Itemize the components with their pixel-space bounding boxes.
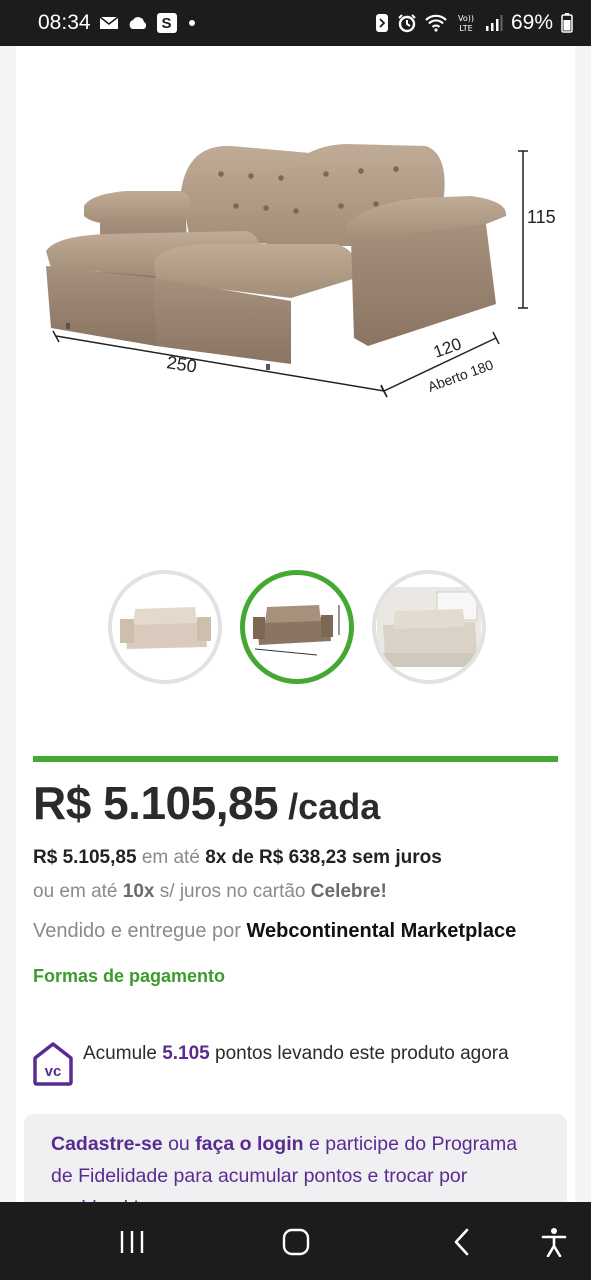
s-app-icon: S — [156, 13, 177, 33]
navigation-bar — [0, 1202, 591, 1280]
battery-percent: 69% — [510, 11, 553, 34]
loyalty-suffix: pontos levando este produto agora — [215, 1043, 509, 1064]
card-name: Celebre! — [310, 881, 387, 902]
product-image[interactable]: 115 250 120 Aberto 180 — [16, 46, 575, 516]
mail-icon — [99, 15, 119, 31]
payment-methods-link[interactable]: Formas de pagamento — [33, 966, 225, 987]
installments-text: R$ 5.105,85 em até 8x de R$ 638,23 sem j… — [33, 847, 442, 869]
svg-text:LTE: LTE — [459, 24, 472, 33]
thumbnail-dimensions[interactable] — [240, 570, 354, 684]
volte-icon: Vo)) LTE — [455, 13, 477, 33]
thumbnail-gallery — [108, 570, 486, 684]
home-icon[interactable] — [276, 1226, 316, 1258]
register-link[interactable]: Cadastre-se — [51, 1133, 163, 1155]
battery-icon — [561, 13, 573, 33]
signal-icon — [485, 14, 503, 32]
price-divider — [33, 756, 558, 762]
accessibility-icon[interactable] — [534, 1226, 574, 1258]
sofa-thumb-1 — [120, 607, 211, 649]
recent-apps-icon[interactable] — [112, 1226, 152, 1258]
loyalty-points: vc Acumule 5.105 pontos levando este pro… — [33, 1042, 553, 1086]
loyalty-text: Acumule 5.105 pontos levando este produt… — [83, 1038, 509, 1086]
sofa-thumb-2 — [253, 605, 340, 656]
cloud-icon — [127, 15, 149, 31]
vc-loyalty-icon: vc — [33, 1042, 73, 1086]
install-detail: 8x de R$ 638,23 sem juros — [205, 847, 442, 868]
loyalty-points-value: 5.105 — [162, 1043, 210, 1064]
login-link[interactable]: faça o login — [195, 1133, 303, 1155]
signup-or: ou — [168, 1133, 190, 1155]
install-em-ate: em até — [141, 847, 200, 868]
thumbnail-room[interactable] — [372, 570, 486, 684]
install-total: R$ 5.105,85 — [33, 847, 137, 868]
svg-text:Vo)): Vo)) — [458, 14, 474, 23]
back-icon[interactable] — [442, 1226, 482, 1258]
thumbnail-front[interactable] — [108, 570, 222, 684]
dim-width: 250 — [165, 352, 198, 376]
loyalty-prefix: Acumule — [83, 1043, 157, 1064]
seller-prefix: Vendido e entregue por — [33, 920, 241, 942]
alarm-icon — [397, 13, 417, 33]
nfc-icon — [375, 13, 389, 33]
card-offer-text: ou em até 10x s/ juros no cartão Celebre… — [33, 881, 387, 903]
svg-text:vc: vc — [45, 1063, 62, 1080]
product-card: 115 250 120 Aberto 180 R$ 5.105,85 /cada… — [16, 46, 575, 1202]
price-value: R$ 5.105,85 — [33, 777, 279, 829]
dim-depth: 120 — [431, 334, 464, 362]
dim-height: 115 — [527, 207, 556, 227]
status-bar: 08:34 S Vo)) LTE 69% — [0, 0, 591, 46]
card-middle: s/ juros no cartão — [159, 881, 306, 902]
dim-open: Aberto 180 — [426, 356, 496, 395]
card-prefix: ou em até — [33, 881, 118, 902]
price-unit: /cada — [288, 786, 381, 827]
sofa-thumb-3 — [377, 587, 481, 667]
card-count: 10x — [122, 881, 155, 902]
loyalty-signup-box: Cadastre-se ou faça o login e participe … — [24, 1114, 567, 1202]
dot-icon — [188, 20, 195, 26]
seller-info: Vendido e entregue por Webcontinental Ma… — [33, 920, 516, 943]
page-content[interactable]: 115 250 120 Aberto 180 R$ 5.105,85 /cada… — [0, 46, 591, 1202]
price-block: R$ 5.105,85 /cada — [33, 776, 380, 830]
sofa-illustration: 115 250 120 Aberto 180 — [46, 144, 556, 398]
clock: 08:34 — [38, 11, 91, 34]
seller-name[interactable]: Webcontinental Marketplace — [247, 920, 517, 942]
wifi-icon — [425, 14, 447, 32]
